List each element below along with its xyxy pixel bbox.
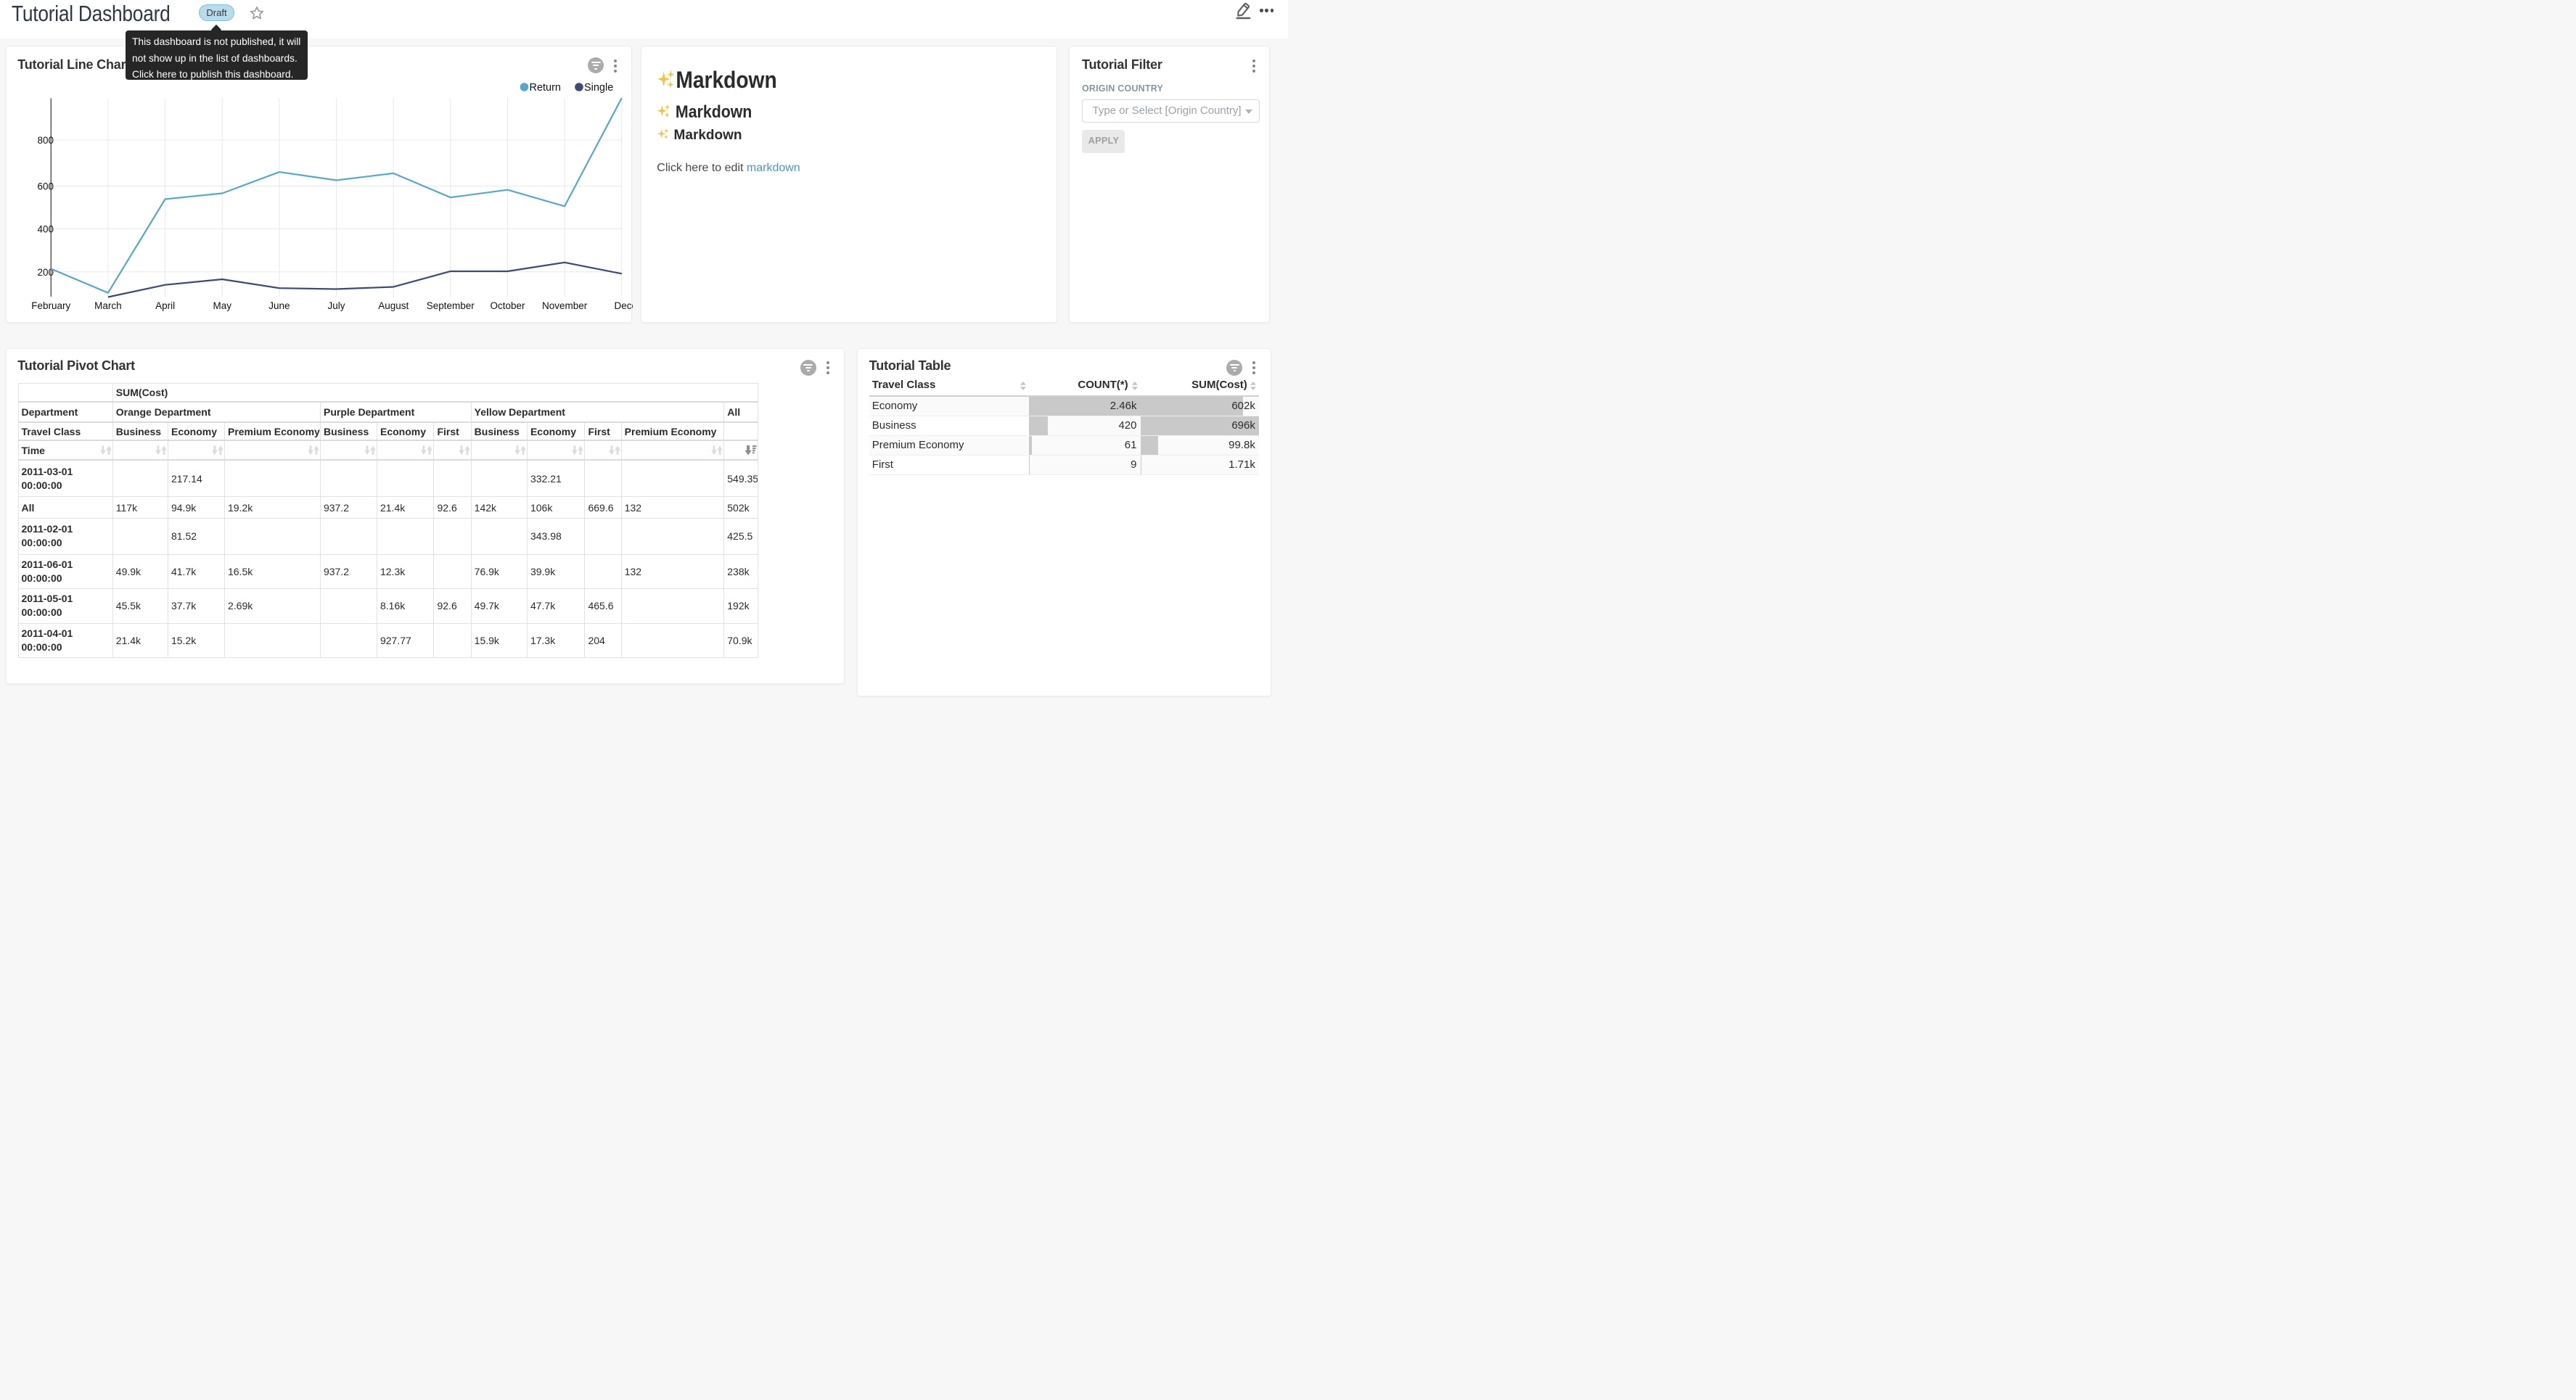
svg-text:November: November <box>541 300 587 310</box>
svg-text:600: 600 <box>37 181 54 192</box>
svg-text:March: March <box>94 300 121 310</box>
svg-text:400: 400 <box>37 223 54 234</box>
svg-text:May: May <box>213 300 231 310</box>
svg-text:Single: Single <box>583 81 612 93</box>
svg-text:February: February <box>31 300 70 310</box>
svg-text:April: April <box>155 300 175 310</box>
svg-text:August: August <box>378 300 409 310</box>
svg-text:October: October <box>490 300 525 310</box>
svg-text:December: December <box>614 300 633 310</box>
svg-text:800: 800 <box>37 134 54 145</box>
svg-text:September: September <box>426 300 474 310</box>
svg-text:July: July <box>327 300 345 310</box>
svg-text:June: June <box>268 300 290 310</box>
svg-text:Return: Return <box>529 81 560 93</box>
